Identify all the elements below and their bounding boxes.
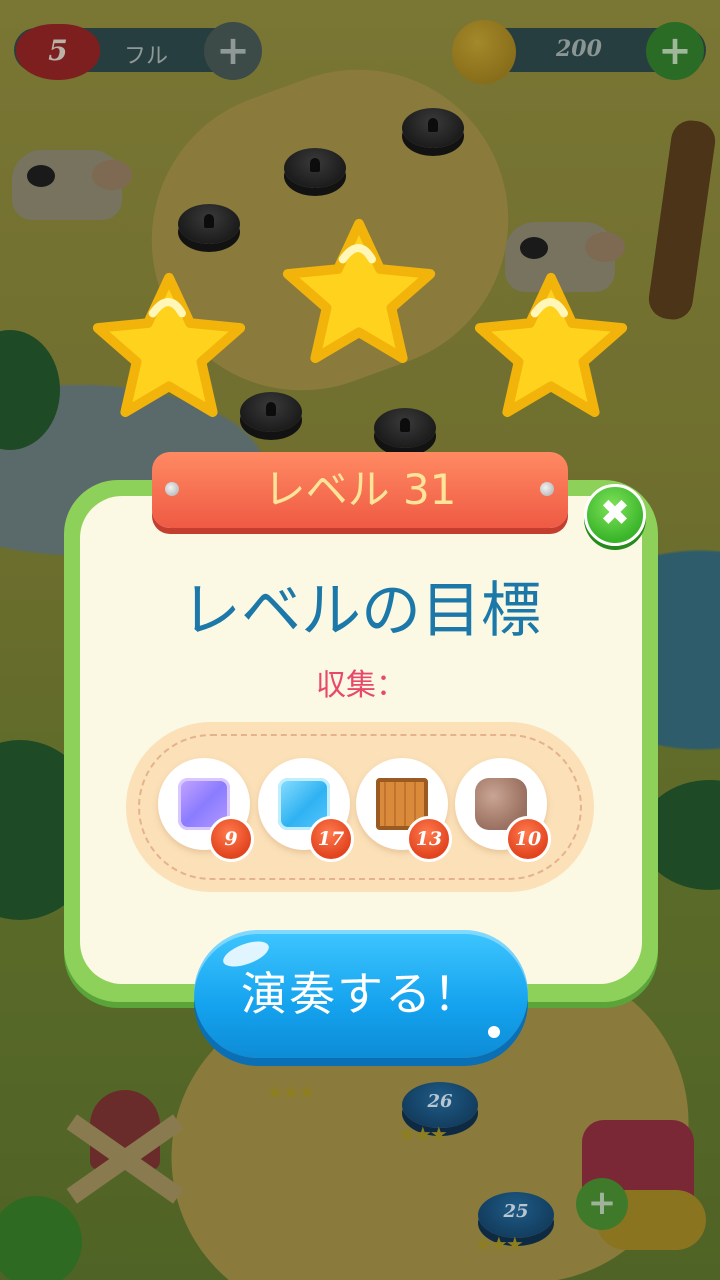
coin-count: 200 [556,36,602,62]
goal-item-blue-ice: 17 [258,758,354,862]
palm-tree [646,117,718,323]
goal-title: レベルの目標 [181,576,541,646]
level-node-stars: ★★★ [474,1232,524,1256]
add-coins-button[interactable]: + [646,22,704,80]
goal-count-badge: 13 [406,816,452,862]
screw-icon [165,482,179,496]
coin-icon [452,20,516,84]
star-icon [282,218,436,364]
level-node-number: 25 [503,1201,529,1222]
lives-status: フル [124,44,169,69]
level-node-stars: ★★★ [266,1080,316,1104]
level-node-number: 26 [427,1091,453,1112]
goal-count-badge: 10 [505,816,551,862]
sparkle [488,1026,500,1038]
add-lives-button[interactable]: + [204,22,262,80]
close-icon: ✖ [599,493,631,534]
cow [12,150,132,220]
goal-count-badge: 9 [208,816,254,862]
goal-count-badge: 17 [308,816,354,862]
locked-level-node [374,408,436,448]
level-title: レベル 31 [263,465,457,514]
lives-count: 5 [48,34,68,67]
bush [0,330,60,450]
locked-level-node [402,108,464,148]
lives-heart: 5 [16,24,100,80]
star-icon [92,272,246,418]
plus-icon: + [216,28,250,74]
close-button[interactable]: ✖ [584,484,646,546]
goal-item-purple-jelly: 9 [158,758,254,862]
locked-level-node [284,148,346,188]
level-node-stars: ★★★ [398,1122,448,1146]
plus-icon: + [658,28,692,74]
goal-item-wooden-crate: 13 [356,758,452,862]
add-icon[interactable]: + [576,1178,628,1230]
screw-icon [540,482,554,496]
locked-level-node [178,204,240,244]
collect-label: 収集： [316,668,406,703]
goal-item-cookie-block: 10 [455,758,551,862]
star-icon [474,272,628,418]
